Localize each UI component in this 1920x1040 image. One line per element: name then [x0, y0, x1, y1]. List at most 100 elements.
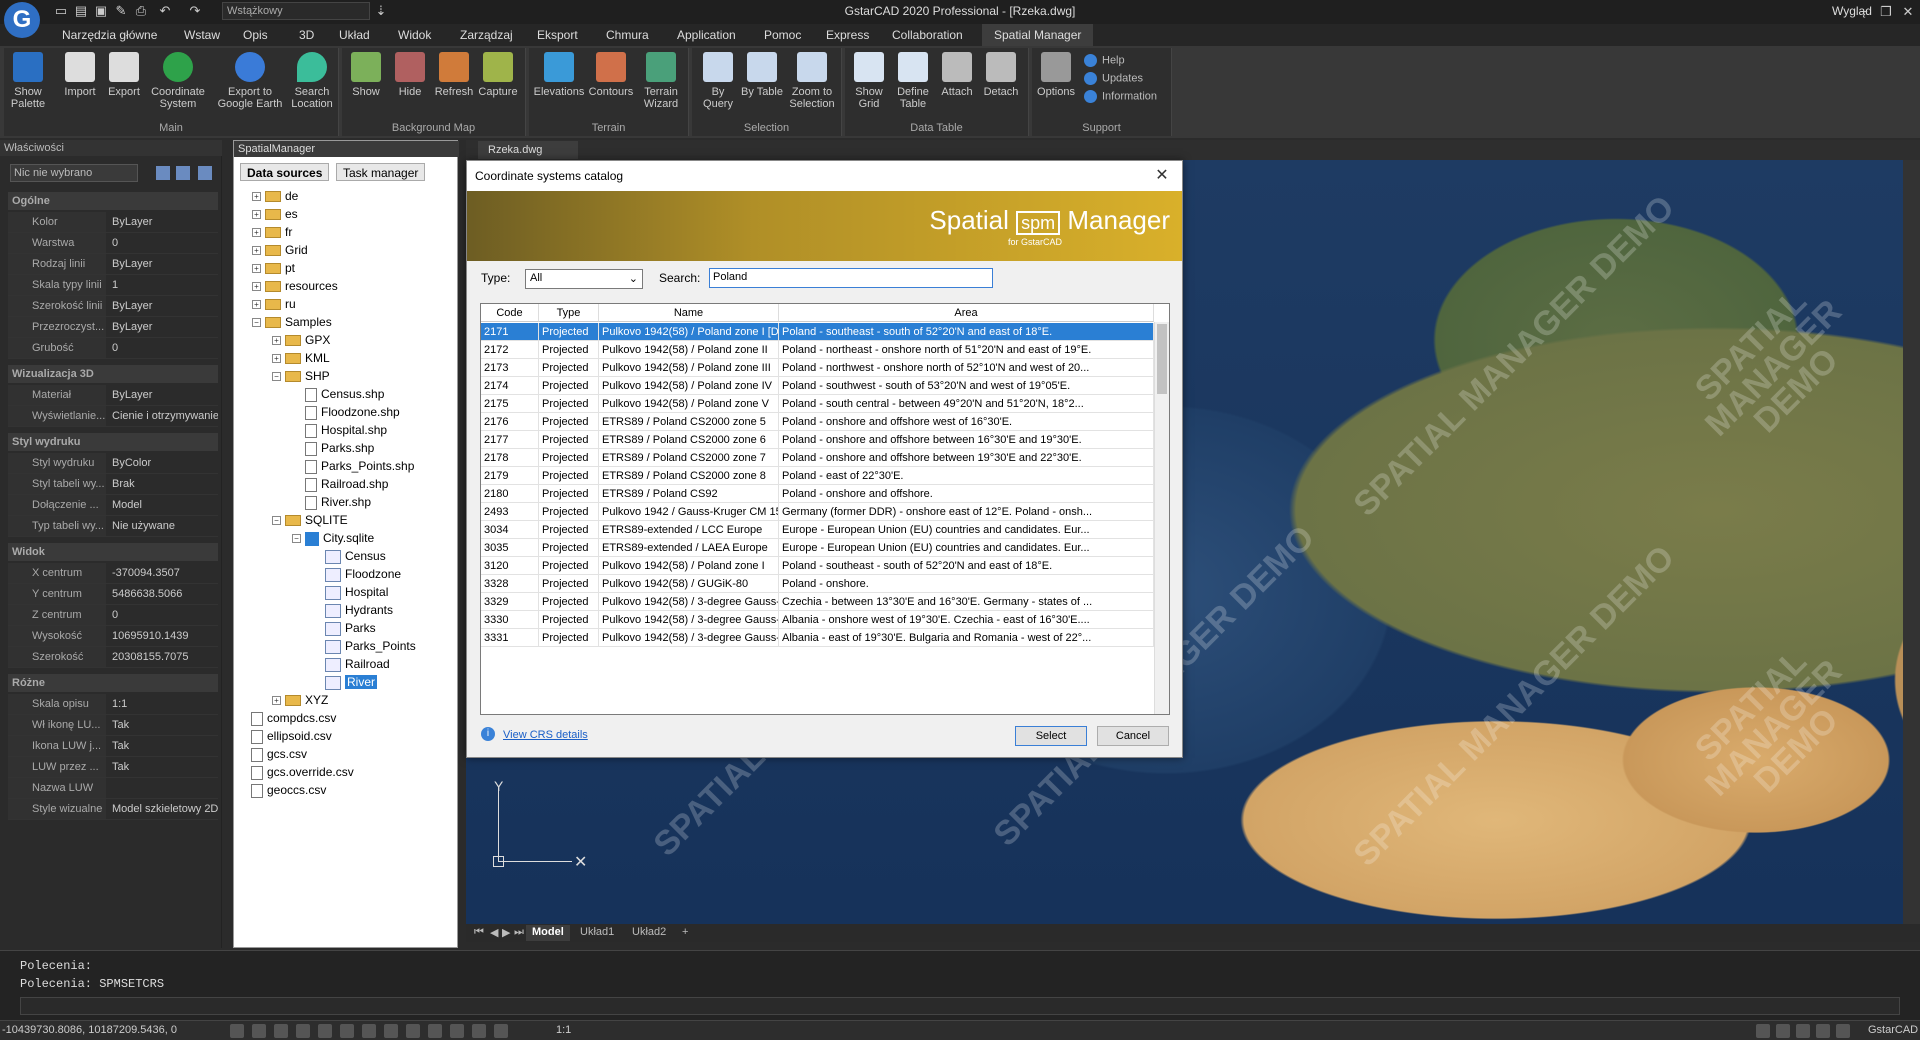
view-crs-details-link[interactable]: View CRS details — [503, 729, 588, 741]
import-button[interactable]: Import — [58, 52, 102, 98]
tree-item[interactable]: Parks_Points — [312, 637, 416, 655]
crs-row[interactable]: 2174 Projected Pulkovo 1942(58) / Poland z… — [481, 377, 1154, 395]
tab-export[interactable]: Eksport — [537, 28, 578, 42]
app-logo[interactable]: G — [4, 2, 40, 38]
select-button[interactable]: Select — [1015, 726, 1087, 746]
lineweight-icon[interactable] — [406, 1024, 420, 1038]
tab-spatial-manager[interactable]: Spatial Manager — [982, 24, 1094, 46]
tree-item[interactable]: Parks_Points.shp — [292, 457, 414, 475]
props-section-header[interactable]: Wizualizacja 3D — [8, 365, 218, 383]
tab-help[interactable]: Pomoc — [764, 28, 801, 42]
attach-button[interactable]: Attach — [935, 52, 979, 98]
property-row[interactable]: Dołączenie ... Model — [8, 495, 218, 516]
tree-item[interactable]: − City.sqlite — [292, 529, 374, 547]
zoom-selection-button[interactable]: Zoom to Selection — [784, 52, 840, 110]
tree-item[interactable]: Hydrants — [312, 601, 393, 619]
drawing-vscroll[interactable] — [1903, 160, 1920, 924]
otrack-icon[interactable] — [340, 1024, 354, 1038]
tree-item[interactable]: Railroad — [312, 655, 390, 673]
crs-row[interactable]: 3328 Projected Pulkovo 1942(58) / GUGiK-80… — [481, 575, 1154, 593]
property-row[interactable]: Nazwa LUW — [8, 778, 218, 799]
expand-icon[interactable]: + — [272, 696, 281, 706]
tree-item[interactable]: Floodzone — [312, 565, 401, 583]
crs-row[interactable]: 2175 Projected Pulkovo 1942(58) / Poland z… — [481, 395, 1154, 413]
select-objects-icon[interactable] — [176, 166, 190, 180]
tab-insert[interactable]: Wstaw — [184, 28, 220, 42]
property-value[interactable]: Tak — [108, 736, 218, 756]
crs-row[interactable]: 2171 Projected Pulkovo 1942(58) / Poland z… — [481, 323, 1154, 341]
map-hide-button[interactable]: Hide — [388, 52, 432, 98]
tree-item[interactable]: − SQLITE — [272, 511, 348, 529]
ortho-icon[interactable] — [274, 1024, 288, 1038]
property-row[interactable]: Wysokość 10695910.1439 — [8, 626, 218, 647]
annotation-scale[interactable]: 1:1 — [556, 1024, 571, 1036]
crs-row[interactable]: 2493 Projected Pulkovo 1942 / Gauss-Kruger… — [481, 503, 1154, 521]
tree-item[interactable]: − Samples — [252, 313, 332, 331]
type-select[interactable]: All ⌄ — [525, 269, 643, 289]
crs-row[interactable]: 2179 Projected ETRS89 / Poland CS2000 zone… — [481, 467, 1154, 485]
property-value[interactable]: ByLayer — [108, 317, 218, 337]
props-section-header[interactable]: Ogólne — [8, 192, 218, 210]
isolate-icon[interactable] — [1816, 1024, 1830, 1038]
minimize-icon[interactable]: − — [1852, 2, 1876, 22]
qp-icon[interactable] — [450, 1024, 464, 1038]
tab-application[interactable]: Application — [677, 28, 736, 42]
property-row[interactable]: Z centrum 0 — [8, 605, 218, 626]
expand-icon[interactable]: + — [252, 246, 261, 256]
property-value[interactable]: ByLayer — [108, 385, 218, 405]
ducs-icon[interactable] — [362, 1024, 376, 1038]
contours-button[interactable]: Contours — [587, 52, 635, 98]
property-row[interactable]: Szerokość 20308155.7075 — [8, 647, 218, 668]
props-section-header[interactable]: Różne — [8, 674, 218, 692]
tree-item[interactable]: gcs.csv — [238, 745, 307, 763]
quick-select-icon[interactable] — [156, 166, 170, 180]
property-value[interactable]: Model — [108, 495, 218, 515]
tree-item[interactable]: + KML — [272, 349, 330, 367]
show-grid-button[interactable]: Show Grid — [847, 52, 891, 110]
close-icon[interactable]: ✕ — [1896, 2, 1920, 22]
property-value[interactable] — [108, 778, 218, 798]
crs-row[interactable]: 2173 Projected Pulkovo 1942(58) / Poland z… — [481, 359, 1154, 377]
property-value[interactable]: Tak — [108, 757, 218, 777]
by-query-button[interactable]: By Query — [696, 52, 740, 110]
crs-row[interactable]: 3035 Projected ETRS89-extended / LAEA Euro… — [481, 539, 1154, 557]
tree-item[interactable]: + es — [252, 205, 298, 223]
snap-icon[interactable] — [252, 1024, 266, 1038]
tree-item[interactable]: + fr — [252, 223, 292, 241]
tab-layout[interactable]: Układ — [339, 28, 370, 42]
property-value[interactable]: ByColor — [108, 453, 218, 473]
property-value[interactable]: 0 — [108, 338, 218, 358]
tab-annotate[interactable]: Opis — [243, 28, 268, 42]
osnap-icon[interactable] — [318, 1024, 332, 1038]
tab-collaboration[interactable]: Collaboration — [892, 28, 963, 42]
restore-icon[interactable]: ❐ — [1874, 2, 1898, 22]
tab-manage[interactable]: Zarządzaj — [460, 28, 513, 42]
col-name[interactable]: Name — [599, 304, 779, 322]
selection-select[interactable]: Nic nie wybrano — [10, 164, 138, 182]
props-section-header[interactable]: Styl wydruku — [8, 433, 218, 451]
tree-item[interactable]: Census — [312, 547, 386, 565]
property-value[interactable]: Tak — [108, 715, 218, 735]
tree-item[interactable]: River.shp — [292, 493, 371, 511]
property-value[interactable]: 0 — [108, 605, 218, 625]
dyn-icon[interactable] — [384, 1024, 398, 1038]
property-row[interactable]: Styl tabeli wy... Brak — [8, 474, 218, 495]
property-value[interactable]: 0 — [108, 233, 218, 253]
map-refresh-button[interactable]: Refresh — [432, 52, 476, 98]
map-show-button[interactable]: Show — [344, 52, 388, 98]
property-value[interactable]: ByLayer — [108, 254, 218, 274]
tab-view[interactable]: Widok — [398, 28, 431, 42]
property-value[interactable]: 20308155.7075 — [108, 647, 218, 667]
expand-icon[interactable]: + — [272, 336, 281, 346]
tree-item[interactable]: geoccs.csv — [238, 781, 326, 799]
property-row[interactable]: Skala typy linii 1 — [8, 275, 218, 296]
expand-icon[interactable]: + — [252, 210, 261, 220]
am-icon[interactable] — [494, 1024, 508, 1038]
crs-row[interactable]: 2172 Projected Pulkovo 1942(58) / Poland z… — [481, 341, 1154, 359]
expand-icon[interactable]: + — [252, 228, 261, 238]
property-row[interactable]: Przezroczyst... ByLayer — [8, 317, 218, 338]
property-row[interactable]: Kolor ByLayer — [8, 212, 218, 233]
property-value[interactable]: -370094.3507 — [108, 563, 218, 583]
export-google-earth-button[interactable]: Export to Google Earth — [214, 52, 286, 110]
expand-icon[interactable]: + — [252, 192, 261, 202]
